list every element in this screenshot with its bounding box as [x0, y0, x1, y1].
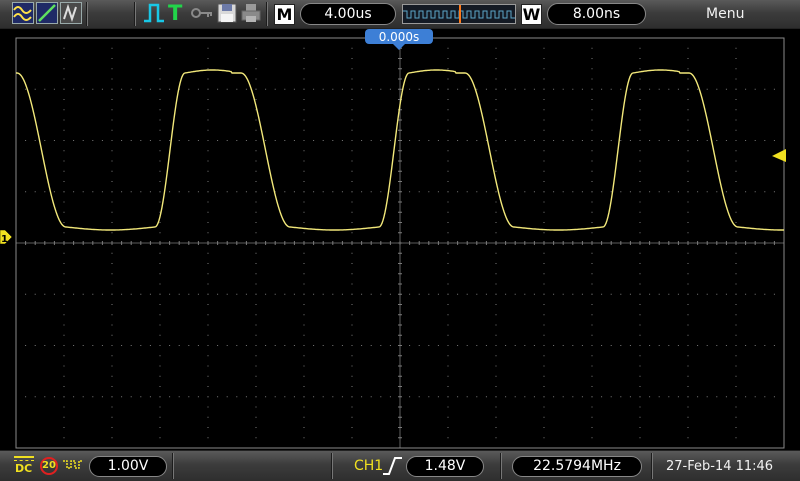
trigger-source-label[interactable]: CH1: [354, 458, 383, 474]
bottom-status-bar: DC 20 1.00V CH1 1.48V 22.5794MHz 27-Feb-…: [0, 450, 800, 481]
divider: [86, 2, 88, 26]
empty-status-slot: [92, 2, 132, 24]
ch1-marker-label: 1: [1, 234, 8, 245]
bandwidth-limit-label: 20: [42, 460, 56, 471]
horizontal-main-label: M: [274, 4, 295, 25]
divider: [500, 453, 502, 479]
divider: [172, 453, 174, 479]
trigger-level-readout[interactable]: 1.48V: [406, 456, 484, 477]
trigger-position-label: 0.000s: [379, 30, 420, 44]
bandwidth-limit-icon[interactable]: 20: [40, 457, 58, 475]
divider: [266, 2, 268, 26]
trigger-pulse-icon: [142, 2, 166, 24]
invert-wave-icon[interactable]: [62, 456, 86, 478]
ch1-coupling-indicator[interactable]: DC: [12, 456, 38, 478]
date-time: 27-Feb-14 11:46: [666, 459, 774, 474]
oscilloscope-graticule: 1 0.000s: [0, 29, 800, 450]
waveform-display-area[interactable]: 1 0.000s: [0, 29, 800, 450]
timebase-readout[interactable]: 4.00us: [300, 3, 396, 25]
waveform-display-icon[interactable]: [12, 2, 34, 24]
save-disk-icon[interactable]: [216, 2, 238, 24]
window-timebase-readout[interactable]: 8.00ns: [547, 3, 646, 25]
ch1-volts-per-div[interactable]: 1.00V: [89, 456, 167, 477]
menu-button[interactable]: Menu: [706, 6, 744, 22]
memory-depth-bar: [402, 4, 516, 24]
key-icon: [190, 2, 214, 24]
coupling-label: DC: [15, 462, 33, 475]
run-status-indicator: T: [168, 1, 183, 25]
rising-edge-icon[interactable]: [382, 456, 404, 478]
divider: [651, 453, 653, 479]
window-zoom-label: W: [521, 4, 542, 25]
frequency-counter: 22.5794MHz: [512, 456, 642, 477]
persistence-icon[interactable]: [60, 2, 82, 24]
print-icon[interactable]: [240, 2, 262, 24]
divider: [134, 2, 136, 26]
top-status-bar: T M 4.00us W 8.00ns Menu: [0, 0, 800, 29]
memory-waveform-preview: [403, 5, 515, 23]
vector-display-icon[interactable]: [36, 2, 58, 24]
divider: [331, 453, 333, 479]
